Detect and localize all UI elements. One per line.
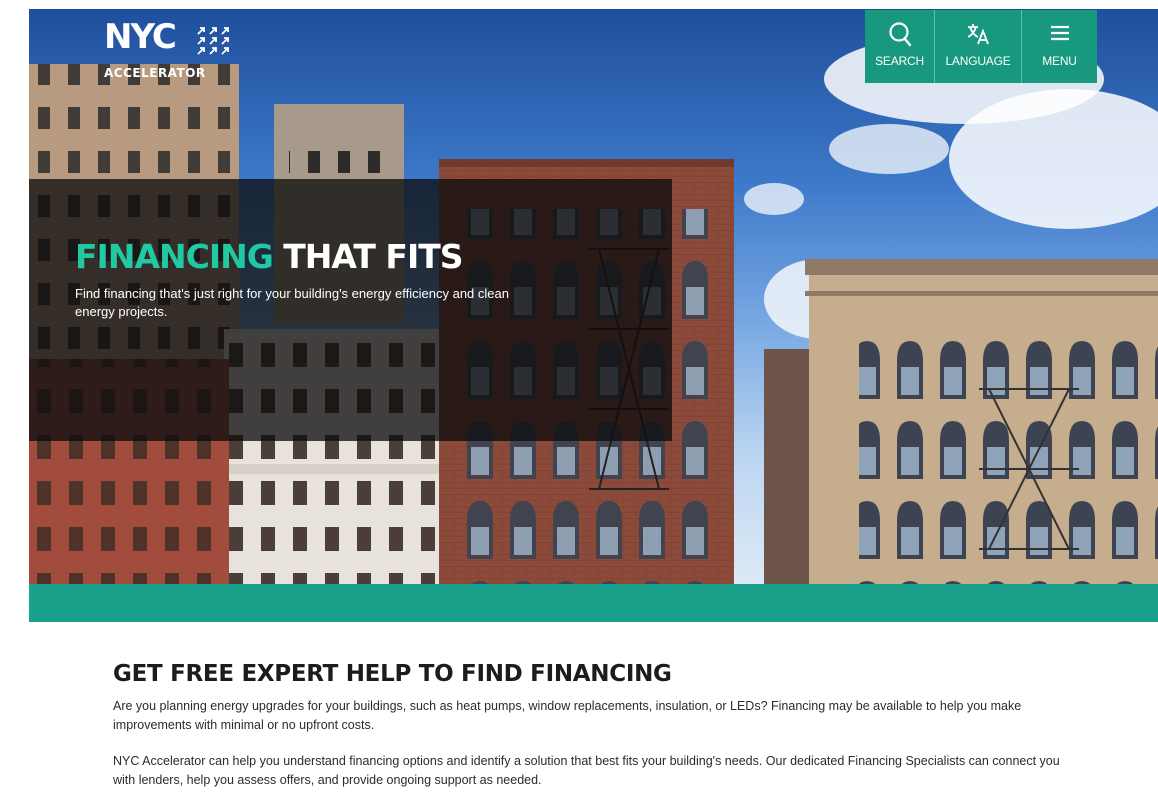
logo-arrows-icon — [197, 27, 229, 55]
utility-nav: SEARCH LANGUAGE MENU — [865, 10, 1097, 83]
logo-wordmark: NYC — [104, 17, 177, 57]
intro-paragraph: Are you planning energy upgrades for you… — [113, 699, 1022, 732]
search-label: SEARCH — [875, 54, 924, 68]
hero-description: Find financing that's just right for you… — [75, 286, 509, 319]
translate-icon — [967, 24, 989, 45]
intro-heading: GET FREE EXPERT HELP TO FIND FINANCING — [113, 661, 672, 687]
search-button[interactable]: SEARCH — [865, 10, 935, 83]
hero-title-accent: FINANCING — [75, 237, 274, 276]
search-icon — [888, 22, 911, 47]
teal-divider — [29, 584, 1158, 622]
hero-text-panel: FINANCING THAT FITS Find financing that'… — [29, 179, 672, 441]
logo-subtitle: ACCELERATOR — [104, 66, 206, 80]
hero-title-rest: THAT FITS — [272, 237, 463, 276]
hamburger-icon — [1050, 25, 1069, 41]
hero-title: FINANCING THAT FITS — [75, 237, 464, 276]
language-button[interactable]: LANGUAGE — [935, 10, 1022, 83]
menu-label: MENU — [1042, 54, 1077, 68]
menu-button[interactable]: MENU — [1022, 10, 1097, 83]
intro-paragraph: NYC Accelerator can help you understand … — [113, 754, 1060, 787]
language-label: LANGUAGE — [945, 54, 1011, 68]
intro-section: GET FREE EXPERT HELP TO FIND FINANCING A… — [113, 660, 1113, 787]
hero-banner: NYC ACCELERATOR SEARCH LANGUAGE MENU FIN… — [29, 9, 1158, 584]
